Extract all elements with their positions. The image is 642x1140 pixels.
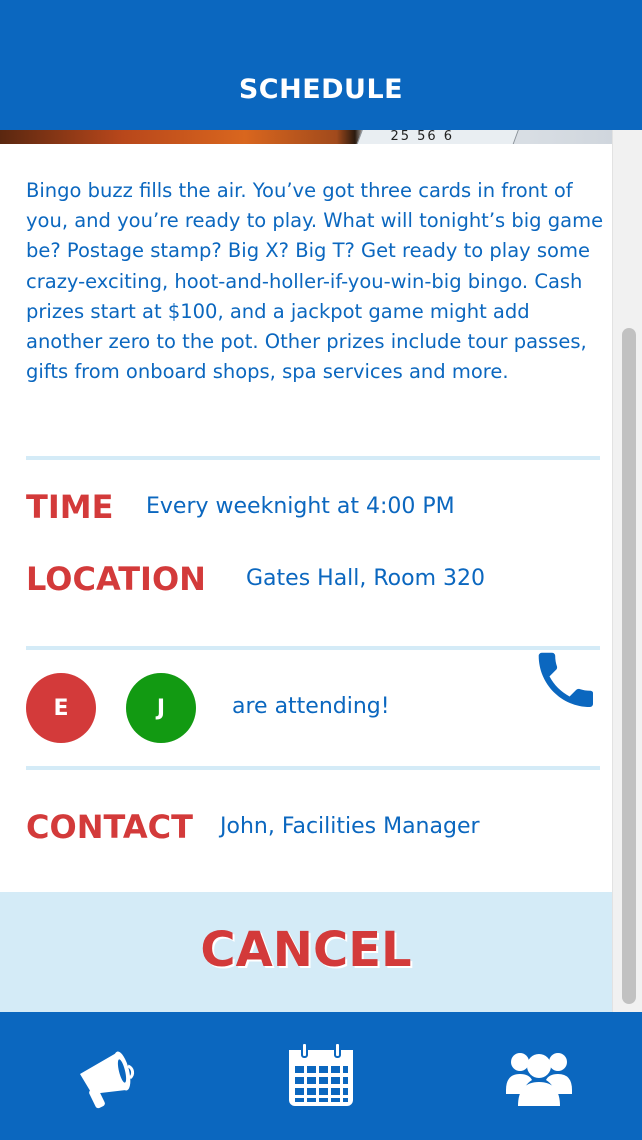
time-label: TIME bbox=[26, 488, 114, 526]
scrollbar-track[interactable] bbox=[612, 130, 642, 1012]
calendar-icon[interactable] bbox=[286, 1040, 356, 1110]
contact-value: John, Facilities Manager bbox=[220, 814, 480, 839]
event-description: Bingo buzz fills the air. You’ve got thr… bbox=[26, 179, 604, 384]
avatar-initial: E bbox=[53, 695, 69, 721]
location-label: LOCATION bbox=[26, 560, 206, 598]
bingo-card-numbers: 25 56 6 bbox=[390, 130, 455, 144]
cancel-label: CANCEL bbox=[200, 922, 412, 978]
cancel-button[interactable]: CANCEL bbox=[0, 892, 612, 1012]
avatar-initial: J bbox=[156, 695, 166, 721]
time-value: Every weeknight at 4:00 PM bbox=[146, 494, 455, 519]
divider bbox=[26, 646, 600, 650]
avatar[interactable]: E bbox=[26, 673, 96, 743]
location-value: Gates Hall, Room 320 bbox=[246, 566, 486, 591]
divider bbox=[26, 456, 600, 460]
bingo-card-image: 25 56 6 bbox=[355, 130, 522, 144]
megaphone-icon[interactable] bbox=[72, 1040, 142, 1110]
contact-label: CONTACT bbox=[26, 808, 193, 846]
attending-text: are attending! bbox=[232, 694, 390, 719]
event-hero-image: 25 56 6 bbox=[0, 130, 612, 144]
phone-icon[interactable] bbox=[530, 644, 602, 716]
divider bbox=[26, 766, 600, 770]
avatar[interactable]: J bbox=[126, 673, 196, 743]
page-title: SCHEDULE bbox=[238, 74, 404, 105]
scrollbar-thumb[interactable] bbox=[622, 328, 636, 1004]
bottom-nav bbox=[0, 1012, 642, 1140]
group-icon[interactable] bbox=[504, 1040, 574, 1110]
app-header: SCHEDULE bbox=[0, 0, 642, 130]
